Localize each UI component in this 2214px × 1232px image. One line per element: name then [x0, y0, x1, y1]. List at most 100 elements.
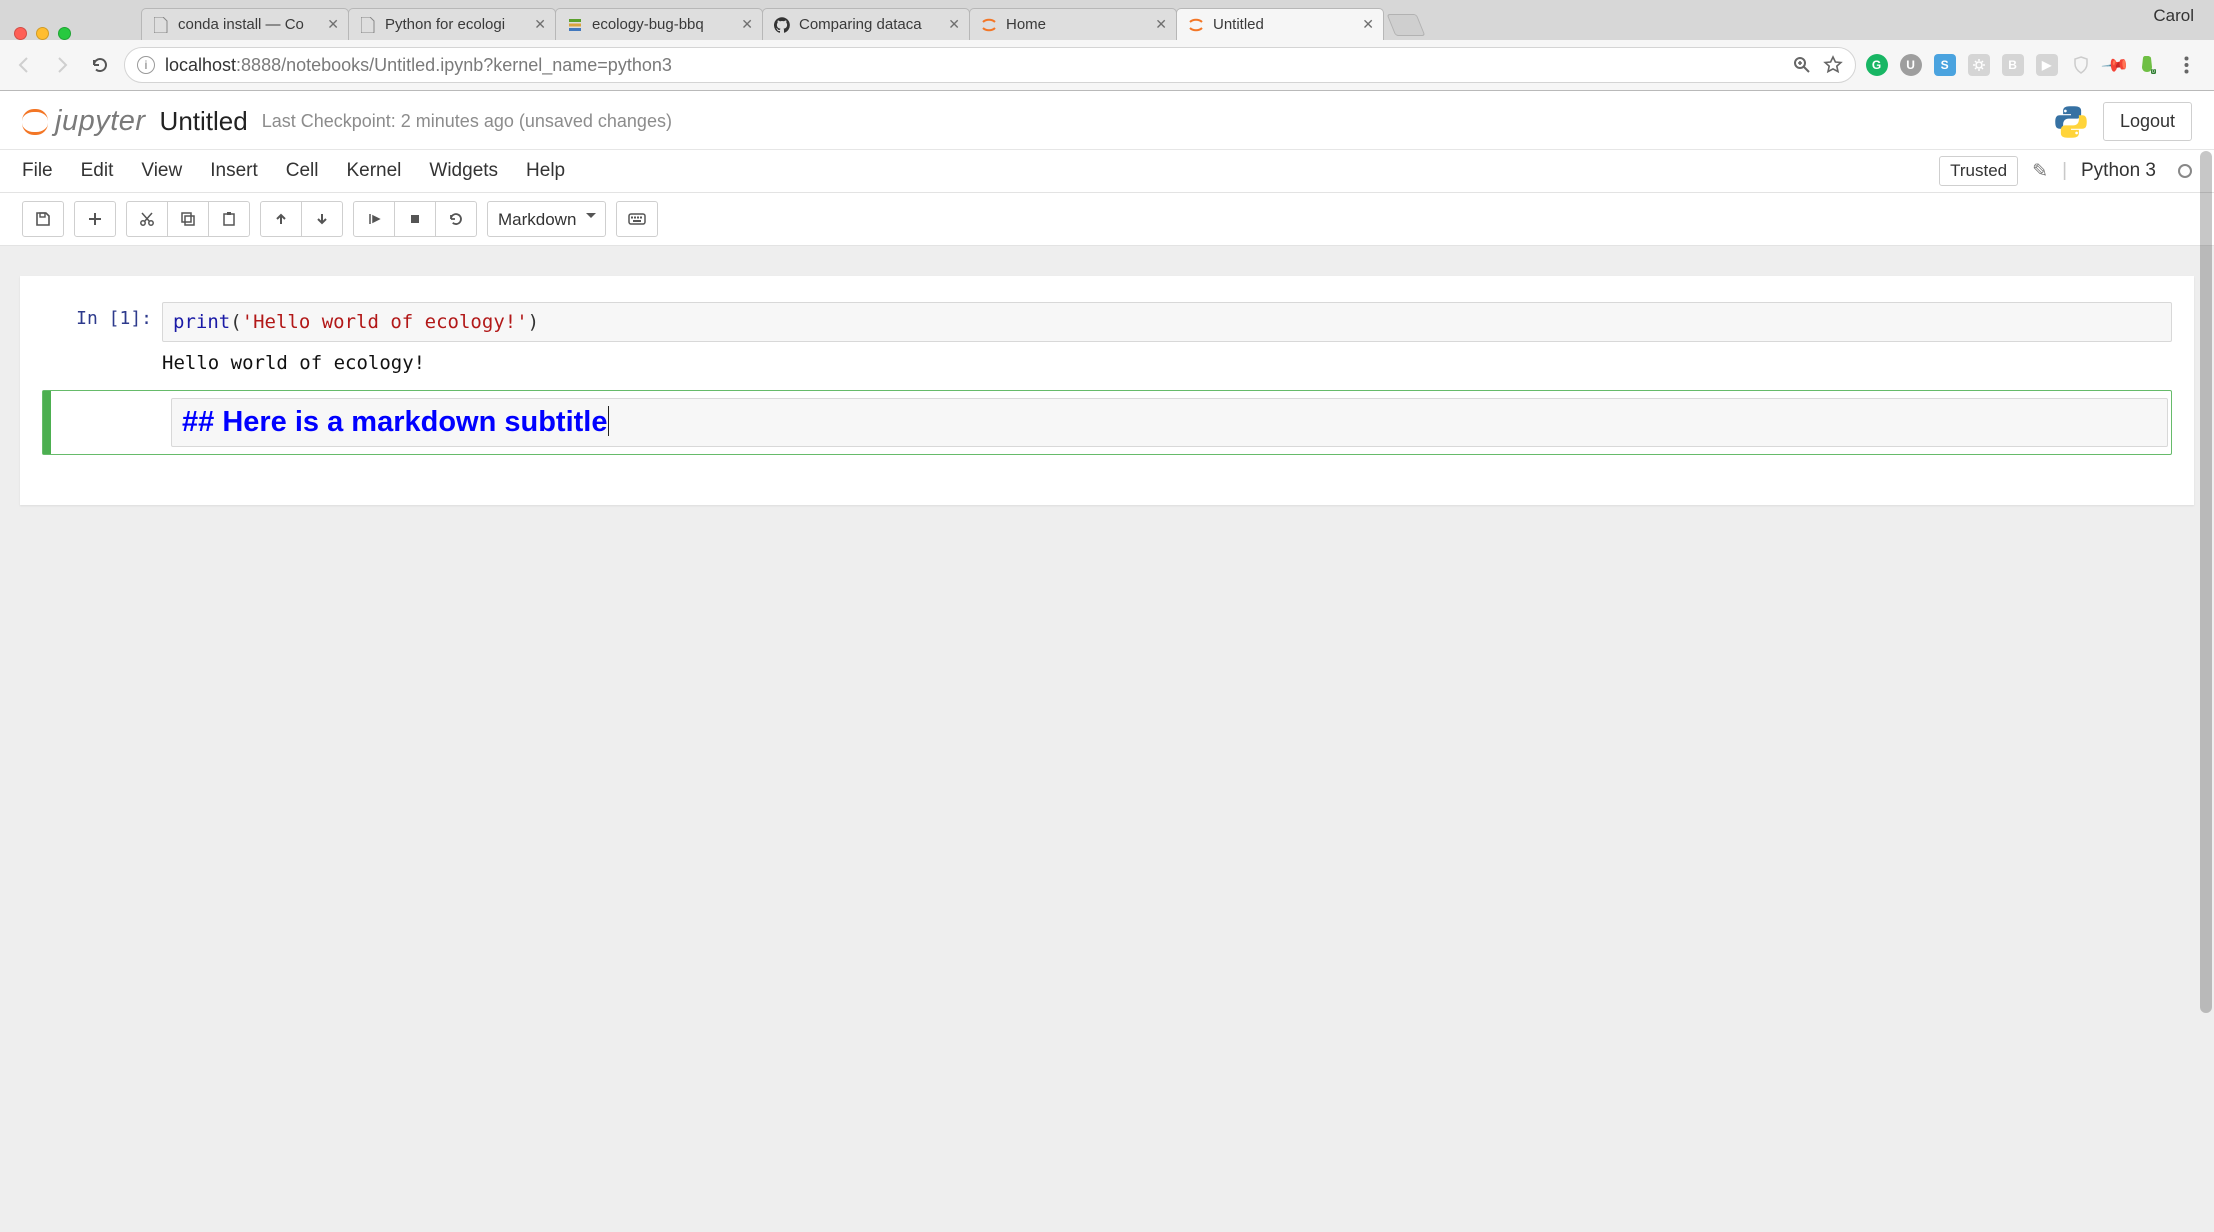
menu-file[interactable]: File: [22, 160, 53, 182]
jupyter-icon: [981, 17, 997, 33]
code-token-fn: print: [173, 311, 230, 333]
browser-chrome: conda install — Co ✕ Python for ecologi …: [0, 0, 2214, 91]
code-input-area[interactable]: print('Hello world of ecology!'): [162, 302, 2172, 342]
menu-view[interactable]: View: [141, 160, 182, 182]
tab-label: Python for ecologi: [385, 16, 526, 33]
restart-button[interactable]: [435, 201, 477, 237]
close-icon[interactable]: ✕: [741, 16, 753, 33]
profile-name[interactable]: Carol: [2153, 6, 2194, 26]
menu-kernel[interactable]: Kernel: [346, 160, 401, 182]
github-icon: [774, 17, 790, 33]
extension-skype-icon[interactable]: S: [1934, 54, 1956, 76]
kernel-name[interactable]: Python 3: [2081, 160, 2156, 182]
close-icon[interactable]: ✕: [1362, 16, 1374, 33]
close-icon[interactable]: ✕: [327, 16, 339, 33]
markdown-cell-editing[interactable]: ## Here is a markdown subtitle: [42, 390, 2172, 455]
browser-tab-github[interactable]: Comparing dataca ✕: [762, 8, 970, 40]
maximize-window-button[interactable]: [58, 27, 71, 40]
browser-tab-conda[interactable]: conda install — Co ✕: [141, 8, 349, 40]
text-cursor: [608, 406, 609, 436]
menu-edit[interactable]: Edit: [81, 160, 114, 182]
jupyter-logo-icon: [22, 109, 48, 135]
logout-button[interactable]: Logout: [2103, 102, 2192, 141]
code-token-string: 'Hello world of ecology!': [242, 311, 528, 333]
notebook-title[interactable]: Untitled: [160, 106, 248, 137]
browser-tab-untitled[interactable]: Untitled ✕: [1176, 8, 1384, 40]
command-palette-button[interactable]: [616, 201, 658, 237]
browser-menu-button[interactable]: [2172, 51, 2200, 79]
browser-tab-home[interactable]: Home ✕: [969, 8, 1177, 40]
insert-cell-button[interactable]: [74, 201, 116, 237]
reload-button[interactable]: [86, 51, 114, 79]
run-button[interactable]: [353, 201, 395, 237]
extension-evernote-icon[interactable]: 0: [2138, 54, 2160, 76]
cell-type-select[interactable]: Markdown: [487, 201, 606, 237]
forward-button[interactable]: [48, 51, 76, 79]
move-up-button[interactable]: [260, 201, 302, 237]
tab-label: ecology-bug-bbq: [592, 16, 733, 33]
address-bar[interactable]: i localhost :8888 /notebooks/Untitled.ip…: [124, 47, 1856, 83]
url-host: localhost: [165, 55, 236, 76]
move-down-button[interactable]: [301, 201, 343, 237]
cut-button[interactable]: [126, 201, 168, 237]
browser-tab-python-ecology[interactable]: Python for ecologi ✕: [348, 8, 556, 40]
window-controls: [14, 27, 71, 40]
menu-widgets[interactable]: Widgets: [429, 160, 498, 182]
url-port: :8888: [236, 55, 281, 76]
code-token-paren: ): [528, 311, 539, 333]
close-icon[interactable]: ✕: [948, 16, 960, 33]
menu-bar: File Edit View Insert Cell Kernel Widget…: [0, 150, 2214, 193]
cell-prompt: In [1]:: [42, 302, 162, 374]
file-icon: [153, 17, 169, 33]
copy-button[interactable]: [167, 201, 209, 237]
jupyter-logo[interactable]: jupyter: [22, 105, 146, 138]
checkpoint-status: Last Checkpoint: 2 minutes ago (unsaved …: [262, 111, 672, 132]
file-icon: [360, 17, 376, 33]
notebook-header: jupyter Untitled Last Checkpoint: 2 minu…: [0, 91, 2214, 150]
toolbar: Markdown: [0, 193, 2214, 246]
site-info-icon[interactable]: i: [137, 56, 155, 74]
cell-output: Hello world of ecology!: [162, 342, 2172, 374]
trusted-indicator[interactable]: Trusted: [1939, 156, 2018, 186]
menu-help[interactable]: Help: [526, 160, 565, 182]
url-path: /notebooks/Untitled.ipynb?kernel_name=py…: [281, 55, 672, 76]
python-logo-icon: [2053, 104, 2089, 140]
save-button[interactable]: [22, 201, 64, 237]
extension-icons: G U S B ▶ 📌 0: [1866, 51, 2204, 79]
markdown-text: ## Here is a markdown subtitle: [182, 406, 607, 438]
interrupt-button[interactable]: [394, 201, 436, 237]
kernel-status-icon: [2178, 164, 2192, 178]
scrollbar-thumb[interactable]: [2200, 151, 2212, 1013]
stack-icon: [567, 17, 583, 33]
menu-cell[interactable]: Cell: [286, 160, 319, 182]
tab-label: Comparing dataca: [799, 16, 940, 33]
paste-button[interactable]: [208, 201, 250, 237]
extension-video-icon[interactable]: ▶: [2036, 54, 2058, 76]
zoom-icon[interactable]: [1793, 56, 1811, 74]
edit-icon[interactable]: ✎: [2032, 160, 2048, 183]
code-cell[interactable]: In [1]: print('Hello world of ecology!')…: [42, 302, 2172, 374]
minimize-window-button[interactable]: [36, 27, 49, 40]
extension-ublock-icon[interactable]: U: [1900, 54, 1922, 76]
extension-b-icon[interactable]: B: [2002, 54, 2024, 76]
markdown-input-area[interactable]: ## Here is a markdown subtitle: [171, 398, 2168, 447]
extension-settings-icon[interactable]: [1968, 54, 1990, 76]
tab-strip: conda install — Co ✕ Python for ecologi …: [0, 0, 2214, 40]
browser-tab-ecology-bug[interactable]: ecology-bug-bbq ✕: [555, 8, 763, 40]
jupyter-icon: [1188, 17, 1204, 33]
cell-prompt-empty: [43, 395, 171, 450]
jupyter-page: jupyter Untitled Last Checkpoint: 2 minu…: [0, 91, 2214, 1232]
scrollbar[interactable]: [2200, 151, 2212, 1228]
extension-shield-icon[interactable]: [2070, 54, 2092, 76]
tab-label: Untitled: [1213, 16, 1354, 33]
menu-insert[interactable]: Insert: [210, 160, 258, 182]
pin-icon[interactable]: 📌: [2099, 50, 2130, 80]
extension-grammarly-icon[interactable]: G: [1866, 54, 1888, 76]
star-icon[interactable]: [1823, 55, 1843, 75]
new-tab-button[interactable]: [1387, 14, 1426, 36]
close-icon[interactable]: ✕: [1155, 16, 1167, 33]
close-icon[interactable]: ✕: [534, 16, 546, 33]
back-button[interactable]: [10, 51, 38, 79]
close-window-button[interactable]: [14, 27, 27, 40]
notebook-container: In [1]: print('Hello world of ecology!')…: [20, 276, 2194, 505]
